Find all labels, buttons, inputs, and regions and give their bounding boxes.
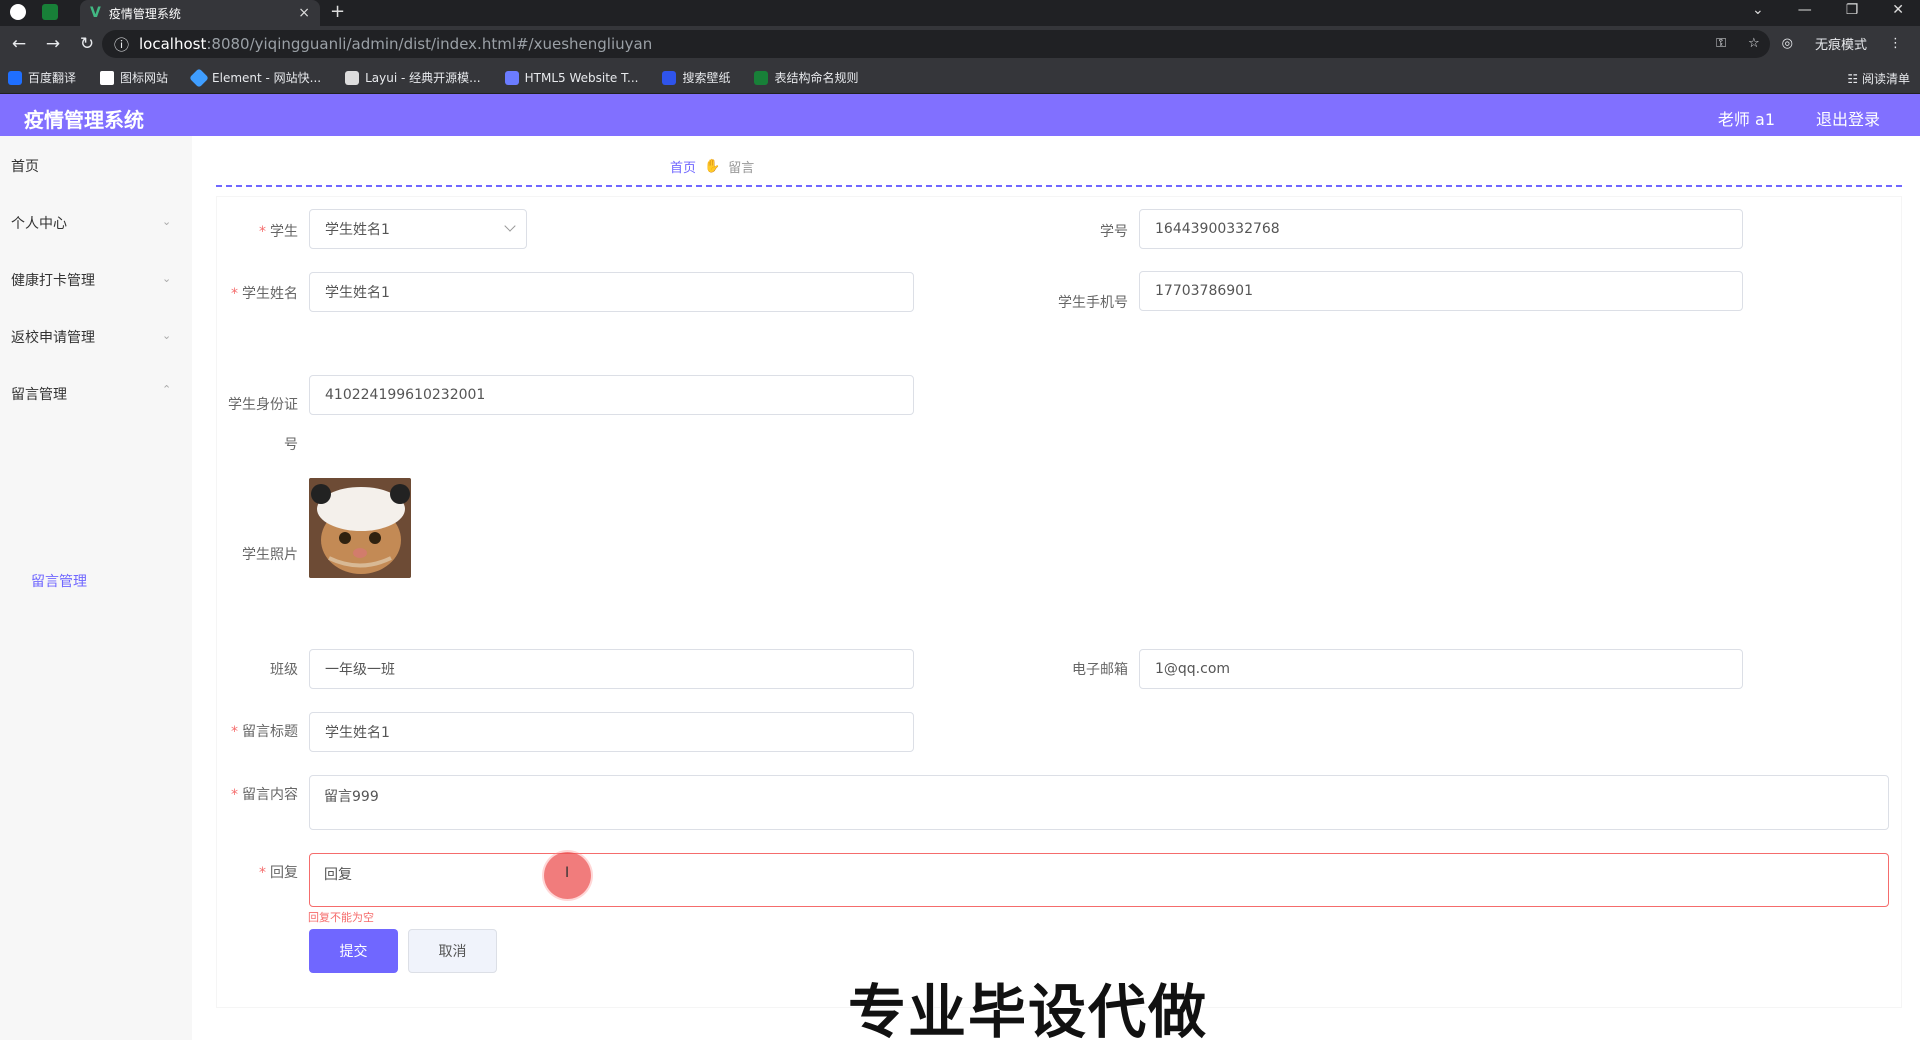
message-title-input[interactable]: 学生姓名1 [309, 712, 914, 752]
student-id-input[interactable]: 410224199610232001 [309, 375, 914, 415]
star-icon[interactable]: ☆ [1748, 36, 1760, 51]
vue-icon: V [90, 5, 101, 21]
student-name-input[interactable]: 学生姓名1 [309, 272, 914, 312]
sheets-tab-icon[interactable] [42, 4, 58, 20]
forward-icon[interactable]: → [38, 34, 68, 54]
chevron-down-icon[interactable]: ⌄ [162, 272, 171, 285]
reply-error-message: 回复不能为空 [308, 911, 374, 924]
new-tab-button[interactable]: + [330, 1, 345, 22]
chevron-up-icon[interactable]: ⌃ [162, 383, 171, 396]
reply-label: * 回复 [259, 865, 298, 881]
hand-icon: ✋ [704, 159, 721, 174]
tab-title: 疫情管理系统 [108, 6, 181, 21]
sheets-icon [754, 70, 769, 85]
url-path: :8080/yiqingguanli/admin/dist/index.html… [206, 35, 653, 53]
student-phone-label: 学生手机号 [1058, 295, 1128, 311]
bookmark-html5-website[interactable]: HTML5 Website T... [504, 70, 638, 85]
bookmarks-bar: 百度翻译 图标网站 Element - 网站快... Layui - 经典开源模… [0, 62, 1920, 94]
class-input[interactable]: 一年级一班 [309, 649, 914, 689]
sidebar-item-return-school[interactable]: 返校申请管理 [11, 327, 95, 347]
student-no-label: 学号 [1100, 224, 1128, 240]
student-phone-input[interactable]: 17703786901 [1139, 271, 1743, 311]
app-header: 疫情管理系统 老师 a1 退出登录 [0, 94, 1920, 136]
key-icon[interactable]: ⚿ [1716, 36, 1726, 51]
minimize-icon[interactable]: ⌄ [1752, 2, 1764, 18]
sidebar-item-health-checkin[interactable]: 健康打卡管理 [11, 270, 95, 290]
incognito-icon[interactable]: ◎ [1782, 36, 1793, 51]
cancel-button[interactable]: 取消 [408, 929, 497, 973]
breadcrumb-home[interactable]: 首页 [670, 157, 696, 176]
url-input[interactable]: ⓘ localhost:8080/yiqingguanli/admin/dist… [102, 30, 1770, 58]
logout-button[interactable]: 退出登录 [1816, 106, 1880, 130]
sidebar: 首页 个人中心 ⌄ 健康打卡管理 ⌄ 返校申请管理 ⌄ 留言管理 ⌃ 留言管理 [0, 136, 192, 1040]
wallpaper-icon [662, 70, 677, 85]
app-title: 疫情管理系统 [24, 108, 144, 132]
reading-list[interactable]: ☷ 阅读清单 [1847, 70, 1910, 87]
browser-icon[interactable] [10, 4, 26, 20]
bookmark-baidu-translate[interactable]: 百度翻译 [8, 69, 76, 86]
menu-icon[interactable]: ⋮ [1889, 36, 1902, 51]
current-user: 老师 a1 [1717, 110, 1775, 129]
bookmark-layui[interactable]: Layui - 经典开源模... [345, 69, 481, 86]
active-browser-tab[interactable]: V 疫情管理系统 × [80, 0, 320, 26]
email-label: 电子邮箱 [1072, 662, 1128, 678]
flag-icon [100, 70, 115, 85]
sidebar-item-message-management[interactable]: 留言管理 [11, 384, 67, 404]
chevron-down-icon [504, 220, 516, 232]
window-controls: ⌄ — ❐ ✕ [1752, 2, 1904, 18]
sidebar-item-personal-center[interactable]: 个人中心 [11, 213, 67, 233]
reload-icon[interactable]: ↻ [72, 34, 102, 54]
incognito-label[interactable]: 无痕模式 [1815, 34, 1867, 53]
browser-tab-strip: V 疫情管理系统 × + ⌄ — ❐ ✕ [0, 0, 1920, 26]
html5-site-icon [504, 70, 519, 85]
student-id-label: 学生身份证号 [228, 397, 298, 453]
close-window-icon[interactable]: ✕ [1892, 2, 1904, 18]
student-label: * 学生 [259, 224, 298, 240]
bookmark-table-naming[interactable]: 表结构命名规则 [754, 69, 858, 86]
close-tab-icon[interactable]: × [298, 5, 310, 21]
dashed-divider [216, 185, 1902, 187]
message-content-textarea[interactable]: 留言999 [309, 775, 1889, 830]
bookmark-icon-site[interactable]: 图标网站 [100, 69, 168, 86]
class-label: 班级 [270, 662, 298, 678]
student-photo-label: 学生照片 [242, 547, 298, 563]
student-photo[interactable] [309, 478, 411, 578]
bookmark-element[interactable]: Element - 网站快... [189, 67, 321, 88]
back-icon[interactable]: ← [4, 34, 34, 54]
student-select[interactable]: 学生姓名1 [309, 209, 527, 249]
info-icon[interactable]: ⓘ [114, 34, 129, 55]
message-title-label: * 留言标题 [231, 724, 298, 740]
url-actions: ⚿ ☆ ◎ 无痕模式 ⋮ [1716, 34, 1902, 53]
submit-button[interactable]: 提交 [309, 929, 398, 973]
layui-icon [345, 70, 360, 85]
restore-icon[interactable]: — [1798, 2, 1812, 18]
chevron-down-icon[interactable]: ⌄ [162, 215, 171, 228]
bookmark-wallpaper[interactable]: 搜索壁纸 [662, 69, 730, 86]
chevron-down-icon[interactable]: ⌄ [162, 329, 171, 342]
student-name-label: * 学生姓名 [231, 286, 298, 302]
element-icon [189, 67, 209, 88]
cat-photo-image [309, 478, 411, 578]
message-content-label: * 留言内容 [231, 787, 298, 803]
maximize-icon[interactable]: ❐ [1846, 2, 1859, 18]
breadcrumb: 首页 ✋ 留言 [670, 157, 754, 176]
submenu-message-management[interactable]: 留言管理 [31, 571, 87, 591]
text-cursor-icon: I [565, 865, 570, 881]
breadcrumb-current: 留言 [728, 161, 755, 176]
sidebar-item-home[interactable]: 首页 [11, 156, 39, 176]
email-input[interactable]: 1@qq.com [1139, 649, 1743, 689]
watermark-text: 专业毕设代做 [847, 977, 1209, 1047]
translate-icon [8, 70, 22, 85]
browser-address-bar: ← → ↻ ⓘ localhost:8080/yiqingguanli/admi… [0, 26, 1920, 62]
url-host: localhost [139, 35, 207, 53]
student-no-input[interactable]: 16443900332768 [1139, 209, 1743, 249]
